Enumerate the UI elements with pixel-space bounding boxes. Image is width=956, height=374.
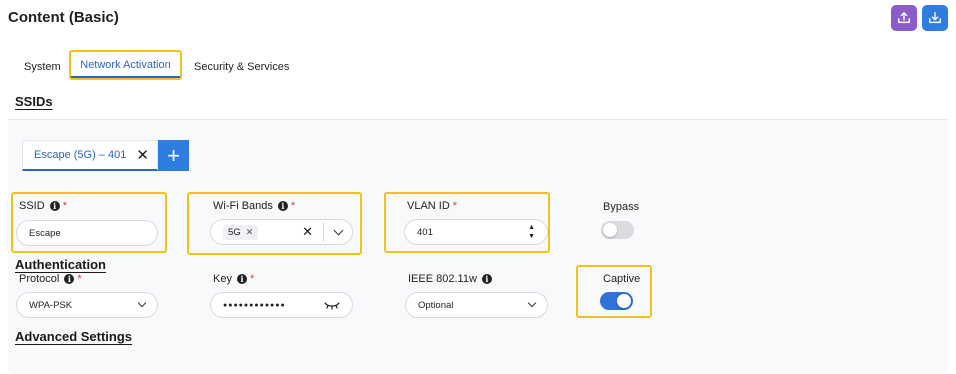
vlan-label: VLAN ID *: [407, 200, 457, 212]
upload-icon: [898, 12, 910, 24]
key-label: Key i *: [213, 273, 254, 285]
ssid-input[interactable]: Escape: [16, 220, 158, 246]
protocol-label: Protocol i *: [19, 273, 82, 285]
number-stepper[interactable]: ▲ ▼: [528, 223, 535, 241]
tab-security-services[interactable]: Security & Services: [194, 61, 289, 73]
protocol-label-text: Protocol: [19, 273, 60, 285]
wifi-bands-select[interactable]: 5G ✕ ✕: [210, 219, 353, 245]
required-marker: *: [249, 273, 255, 285]
chevron-down-icon[interactable]: [527, 298, 537, 308]
protocol-value: WPA-PSK: [29, 299, 73, 311]
captive-label: Captive: [603, 273, 641, 285]
toggle-knob: [617, 294, 631, 308]
info-icon[interactable]: i: [64, 274, 75, 284]
ieee-select[interactable]: Optional: [405, 292, 548, 318]
ieee-label-text: IEEE 802.11w: [408, 273, 477, 285]
close-icon[interactable]: ✕: [136, 148, 149, 163]
wifi-bands-label-text: Wi-Fi Bands: [213, 200, 273, 212]
required-marker: *: [290, 200, 296, 212]
required-marker: *: [77, 273, 82, 285]
vlan-value: 401: [417, 226, 433, 238]
chevron-down-icon[interactable]: [333, 225, 344, 235]
plus-icon: +: [167, 142, 180, 168]
bypass-label: Bypass: [603, 201, 640, 213]
required-marker: *: [452, 200, 458, 212]
download-icon: [929, 12, 941, 24]
ssids-title: SSIDs: [15, 94, 53, 109]
tab-system[interactable]: System: [24, 61, 61, 73]
active-tab-indicator: [71, 76, 180, 78]
chip-remove-icon[interactable]: ✕: [246, 227, 254, 238]
band-chip-5g: 5G ✕: [223, 224, 259, 240]
ieee-value: Optional: [418, 299, 454, 311]
ssid-label: SSID i *: [19, 200, 67, 212]
key-input[interactable]: ●●●●●●●●●●●●: [210, 292, 353, 318]
info-icon[interactable]: i: [277, 201, 288, 211]
stepper-up-icon[interactable]: ▲: [528, 223, 535, 232]
vlan-id-input[interactable]: 401 ▲ ▼: [404, 219, 548, 245]
protocol-select[interactable]: WPA-PSK: [16, 292, 158, 318]
key-value: ●●●●●●●●●●●●: [223, 301, 286, 309]
select-divider: [323, 222, 324, 242]
stepper-down-icon[interactable]: ▼: [528, 232, 535, 241]
info-icon[interactable]: i: [236, 274, 247, 284]
export-button[interactable]: [891, 5, 917, 31]
ieee-label: IEEE 802.11w i: [408, 273, 492, 285]
info-icon[interactable]: i: [481, 274, 492, 284]
ssid-tab-label: Escape (5G) – 401: [34, 149, 127, 161]
bypass-toggle[interactable]: [601, 221, 634, 239]
add-ssid-button[interactable]: +: [158, 140, 189, 171]
authentication-title: Authentication: [15, 257, 106, 272]
page-title: Content (Basic): [8, 9, 119, 26]
ssid-value: Escape: [29, 227, 61, 239]
ssids-header: [8, 84, 948, 120]
required-marker: *: [62, 200, 67, 212]
eye-closed-icon[interactable]: [324, 300, 340, 310]
vlan-label-text: VLAN ID: [407, 200, 450, 212]
info-icon[interactable]: i: [49, 201, 60, 211]
band-chip-label: 5G: [228, 226, 241, 238]
toggle-knob: [603, 223, 617, 237]
ssid-tab-escape[interactable]: Escape (5G) – 401 ✕: [22, 140, 158, 171]
advanced-settings-title[interactable]: Advanced Settings: [15, 329, 132, 344]
wifi-bands-label: Wi-Fi Bands i *: [213, 200, 295, 212]
key-label-text: Key: [213, 273, 232, 285]
import-button[interactable]: [922, 5, 948, 31]
ssid-label-text: SSID: [19, 200, 45, 212]
clear-icon[interactable]: ✕: [302, 224, 313, 240]
captive-toggle[interactable]: [600, 292, 633, 310]
chevron-down-icon[interactable]: [137, 298, 147, 308]
